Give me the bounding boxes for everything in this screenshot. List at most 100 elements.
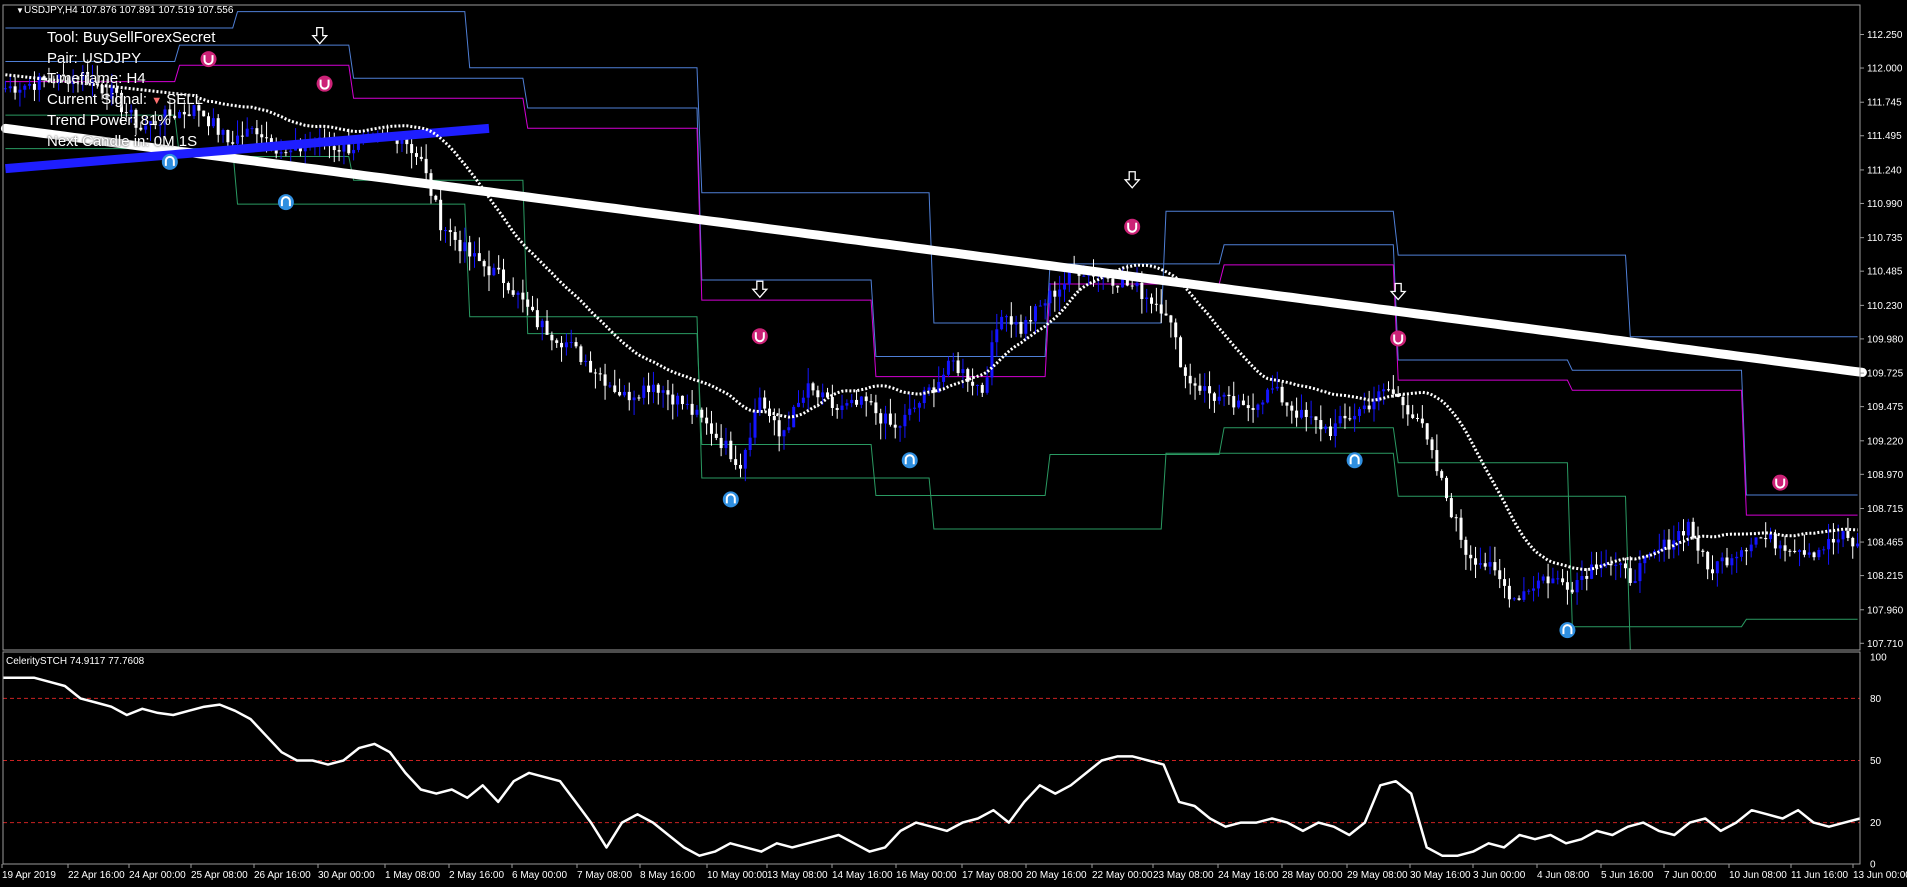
bear-candle [956,360,960,374]
bull-candle [584,360,588,363]
bear-candle [589,360,593,373]
x-tick-label: 13 Jun 00:00 [1853,870,1907,881]
bear-candle [1019,321,1023,334]
bull-candle [1754,537,1758,545]
bear-candle [666,390,670,395]
bear-candle [1401,397,1405,406]
x-tick-label: 10 May 00:00 [707,870,768,881]
bull-candle [1004,316,1008,318]
bear-candle [627,391,631,401]
bear-candle [1241,400,1245,406]
bull-candle [850,399,854,404]
bull-candle [946,360,950,375]
y-tick-label: 107.710 [1867,639,1904,650]
triangle-down-icon[interactable]: ▼ [16,6,24,15]
bull-candle [913,407,917,409]
bear-candle [240,135,244,137]
y-tick-label: 109.475 [1867,402,1904,413]
bear-candle [738,464,742,469]
bear-candle [1411,414,1415,418]
bull-candle [806,383,810,398]
bull-candle [782,430,786,437]
bull-candle [28,83,32,86]
bull-candle [995,329,999,343]
bear-candle [1744,550,1748,552]
bear-candle [830,397,834,408]
bull-candle [1353,415,1357,420]
bull-candle [1807,552,1811,555]
bull-candle [898,426,902,428]
bear-candle [709,423,713,434]
bull-candle [1024,320,1028,334]
bear-candle [579,346,583,363]
bull-candle [3,88,7,90]
bear-candle [255,128,259,135]
y-tick-label: 109.980 [1867,334,1904,345]
bull-candle [1614,564,1618,566]
osc-tick-label: 50 [1870,756,1882,767]
bull-candle [1720,557,1724,562]
bull-candle [1309,416,1313,418]
x-tick-label: 28 May 00:00 [1282,870,1343,881]
bull-candle [1145,297,1149,299]
bull-candle [1270,388,1274,390]
bear-candle [671,394,675,405]
bear-candle [550,334,554,341]
bull-candle [1590,564,1594,579]
bull-candle [1266,389,1270,403]
x-tick-label: 24 May 16:00 [1218,870,1279,881]
bull-candle [1261,402,1265,405]
bull-candle [1522,591,1526,600]
bull-candle [1000,316,1004,330]
bull-candle [18,89,22,93]
bear-candle [734,459,738,465]
bear-candle [1304,409,1308,417]
bear-candle [1628,568,1632,583]
bull-candle [1067,271,1071,284]
bear-candle [1150,297,1154,304]
bear-candle [410,144,414,154]
bull-candle [1735,556,1739,559]
bear-candle [434,195,438,200]
signal-info-panel: Tool: BuySellForexSecret Pair: USDJPY Ti… [47,28,215,152]
triangle-down-icon: ▼ [151,94,163,107]
bull-candle [289,150,293,153]
bull-candle [1575,580,1579,593]
x-tick-label: 3 Jun 00:00 [1473,870,1526,881]
bear-candle [1507,585,1511,600]
bear-candle [1831,538,1835,543]
bear-candle [714,433,718,438]
price-chart-canvas[interactable]: 112.250 112.000 111.745 111.495 111.240 110.9… [0,0,1907,887]
bull-candle [743,449,747,469]
x-tick-label: 6 May 00:00 [512,870,567,881]
bear-candle [1493,562,1497,571]
bull-candle [821,392,825,398]
signal-prefix: Current Signal: [47,90,152,108]
bull-candle [1062,283,1066,290]
bear-candle [284,152,288,154]
bull-candle [622,391,626,396]
bear-candle [1212,393,1216,401]
bull-candle [758,397,762,412]
bull-candle [1488,562,1492,567]
bull-candle [1536,580,1540,589]
bear-candle [1159,304,1163,314]
y-tick-label: 108.465 [1867,538,1904,549]
bull-candle [1362,405,1366,410]
y-tick-label: 108.715 [1867,504,1904,515]
x-tick-label: 2 May 16:00 [449,870,504,881]
bear-candle [502,269,506,284]
bull-candle [8,86,12,89]
bear-candle [535,310,539,328]
bull-candle [1333,423,1337,437]
bear-candle [1701,550,1705,552]
bear-candle [1681,531,1685,536]
bear-candle [1483,563,1487,567]
bull-candle [1082,275,1086,277]
bear-candle [1386,389,1390,391]
bear-candle [1290,405,1294,411]
bear-candle [439,199,443,231]
bear-candle [777,420,781,437]
bear-candle [1764,537,1768,540]
bear-candle [1696,537,1700,551]
